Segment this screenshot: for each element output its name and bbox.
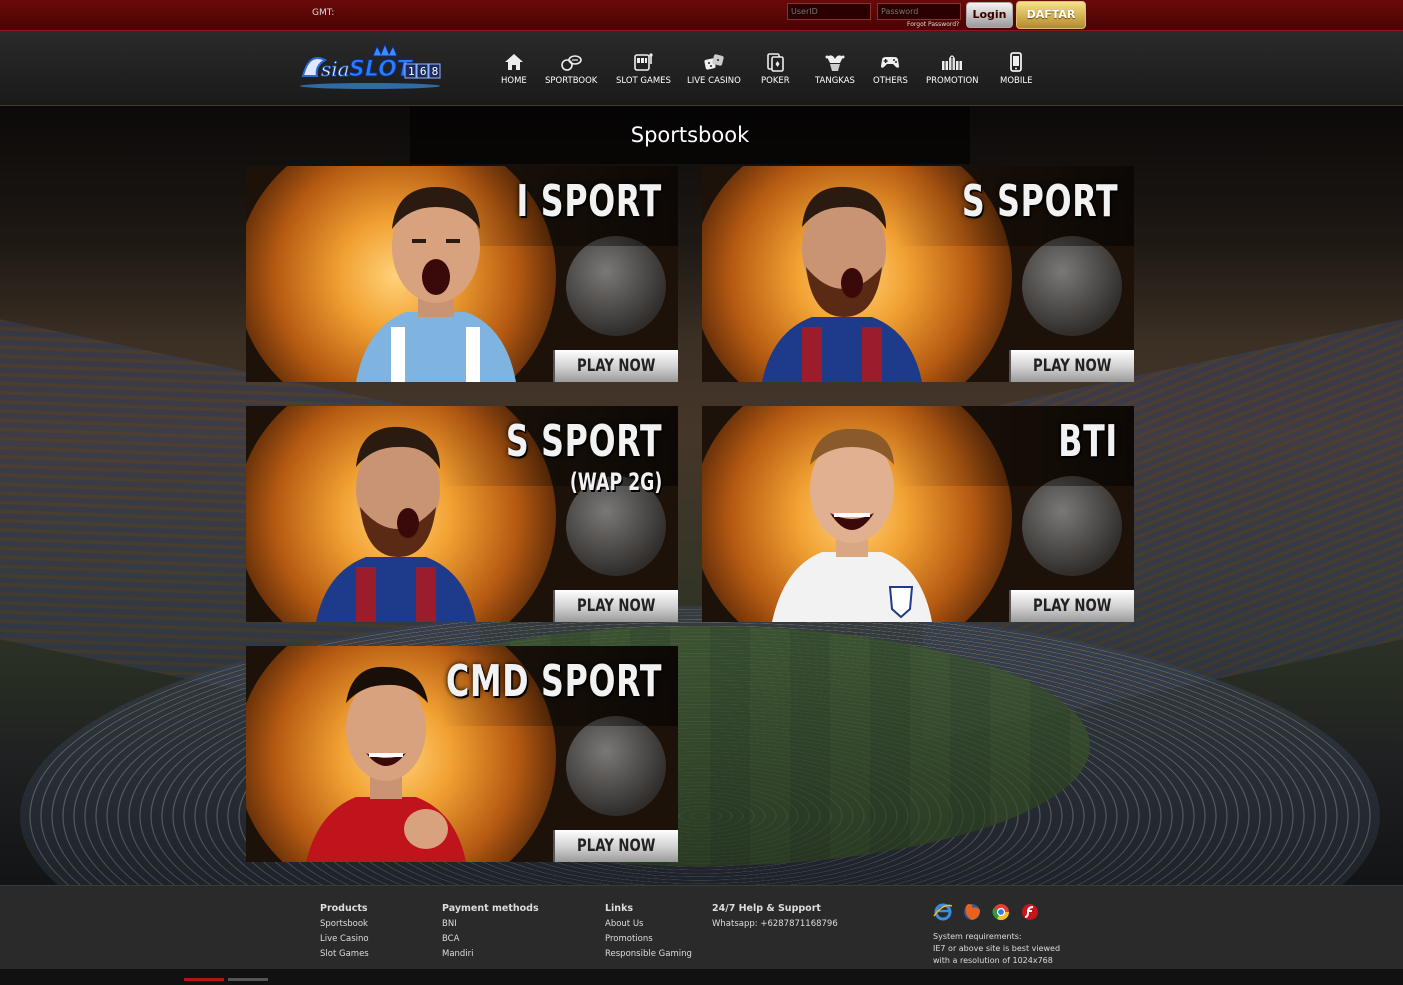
browser-icons [933, 902, 1044, 924]
nav-live-casino[interactable]: LIVE CASINO [687, 51, 741, 86]
footer-heading: Payment methods [442, 903, 539, 914]
nav-slot-games[interactable]: SLOT GAMES [616, 51, 671, 86]
nav-others-label: OTHERS [873, 76, 908, 86]
player-image [306, 657, 466, 862]
site-logo[interactable]: sia SLOT 168 [295, 42, 445, 92]
play-now-button[interactable]: PLAY NOW [1009, 590, 1134, 622]
dice-icon [703, 51, 725, 73]
nav-tangkas[interactable]: TANGKAS [815, 51, 855, 86]
password-input[interactable] [877, 3, 961, 20]
footer-link[interactable]: Promotions [605, 934, 692, 944]
nav-tangkas-label: TANGKAS [815, 76, 855, 86]
nav-home-label: HOME [501, 76, 527, 86]
footer-link[interactable]: Slot Games [320, 949, 369, 959]
game-name: I SPORT [516, 176, 662, 227]
player-image [356, 177, 516, 382]
logo-text-c: 168 [408, 65, 443, 78]
game-name: BTI [1058, 416, 1118, 467]
football-image [566, 716, 666, 816]
footer-heading: Products [320, 903, 368, 914]
footer-payment: Payment methods BNI BCA Mandiri [442, 903, 539, 964]
footer-link[interactable]: BNI [442, 919, 539, 929]
player-image [762, 177, 922, 382]
userid-input[interactable] [787, 3, 871, 20]
game-subtitle: (WAP 2G) [569, 468, 662, 496]
game-card-cmdsport[interactable]: CMD SPORT PLAY NOW [246, 646, 678, 862]
page-title: Sportsbook [630, 123, 750, 147]
system-requirements: System requirements: IE7 or above site i… [933, 932, 1061, 965]
game-card-isport[interactable]: I SPORT PLAY NOW [246, 166, 678, 382]
footer-link[interactable]: About Us [605, 919, 692, 929]
nav-promotion[interactable]: PROMOTION [926, 51, 979, 86]
player-image [772, 417, 932, 622]
game-card-bti[interactable]: BTI PLAY NOW [702, 406, 1134, 622]
nav-slot-games-label: SLOT GAMES [616, 76, 671, 86]
nav-mobile-label: MOBILE [1000, 76, 1033, 86]
top-bar: GMT: Forgot Password? Login DAFTAR [0, 0, 1403, 31]
game-card-ssport-wap[interactable]: S SPORT (WAP 2G) PLAY NOW [246, 406, 678, 622]
footer: Products Sportsbook Live Casino Slot Gam… [0, 885, 1403, 981]
nav-sportsbook[interactable]: SPORTBOOK [545, 51, 597, 86]
register-button[interactable]: DAFTAR [1016, 1, 1086, 29]
gifts-icon [941, 51, 963, 73]
football-image [1022, 476, 1122, 576]
nav-others[interactable]: OTHERS [873, 51, 908, 86]
game-card-ssport[interactable]: S SPORT PLAY NOW [702, 166, 1134, 382]
play-now-button[interactable]: PLAY NOW [553, 350, 678, 382]
nav-promotion-label: PROMOTION [926, 76, 979, 86]
footer-heading: Links [605, 903, 634, 914]
logo-text-a: sia [321, 57, 350, 81]
chrome-icon [991, 902, 1011, 922]
play-now-button[interactable]: PLAY NOW [1009, 350, 1134, 382]
gamepad-icon [879, 51, 901, 73]
footer-products: Products Sportsbook Live Casino Slot Gam… [320, 903, 369, 964]
footer-support: 24/7 Help & Support Whatsapp: +628787116… [712, 903, 838, 934]
mobile-icon [1005, 51, 1027, 73]
logo-text-b: SLOT [349, 57, 414, 82]
player-image [316, 417, 476, 622]
sportsbook-icon [560, 51, 582, 73]
slot-machine-icon [632, 51, 654, 73]
footer-link[interactable]: Mandiri [442, 949, 539, 959]
footer-link[interactable]: BCA [442, 934, 539, 944]
nav-poker-label: POKER [761, 76, 790, 86]
main-header: sia SLOT 168 HOME SPORTBOOK SLOT GAMES L… [0, 31, 1403, 106]
login-button[interactable]: Login [966, 2, 1013, 28]
game-name: S SPORT [505, 416, 662, 467]
home-icon [503, 51, 525, 73]
gmt-label: GMT: [312, 8, 335, 18]
firefox-icon [962, 902, 982, 922]
nav-poker[interactable]: POKER [761, 51, 790, 86]
footer-heading: 24/7 Help & Support [712, 903, 821, 914]
footer-links: Links About Us Promotions Responsible Ga… [605, 903, 692, 964]
cards-icon [764, 51, 786, 73]
game-name: S SPORT [961, 176, 1118, 227]
play-now-button[interactable]: PLAY NOW [553, 590, 678, 622]
ie-icon [933, 902, 953, 922]
game-name: CMD SPORT [445, 656, 662, 707]
nav-live-casino-label: LIVE CASINO [687, 76, 741, 86]
flash-icon [1020, 902, 1040, 922]
joker-icon [824, 51, 846, 73]
footer-link[interactable]: Live Casino [320, 934, 369, 944]
football-image [1022, 236, 1122, 336]
forgot-password-link[interactable]: Forgot Password? [907, 21, 959, 28]
nav-sportsbook-label: SPORTBOOK [545, 76, 598, 86]
nav-mobile[interactable]: MOBILE [1000, 51, 1032, 86]
footer-link[interactable]: Sportsbook [320, 919, 369, 929]
footer-link[interactable]: Responsible Gaming [605, 949, 692, 959]
nav-home[interactable]: HOME [501, 51, 527, 86]
play-now-button[interactable]: PLAY NOW [553, 830, 678, 862]
football-image [566, 236, 666, 336]
whatsapp-contact[interactable]: Whatsapp: +6287871168796 [712, 919, 838, 929]
